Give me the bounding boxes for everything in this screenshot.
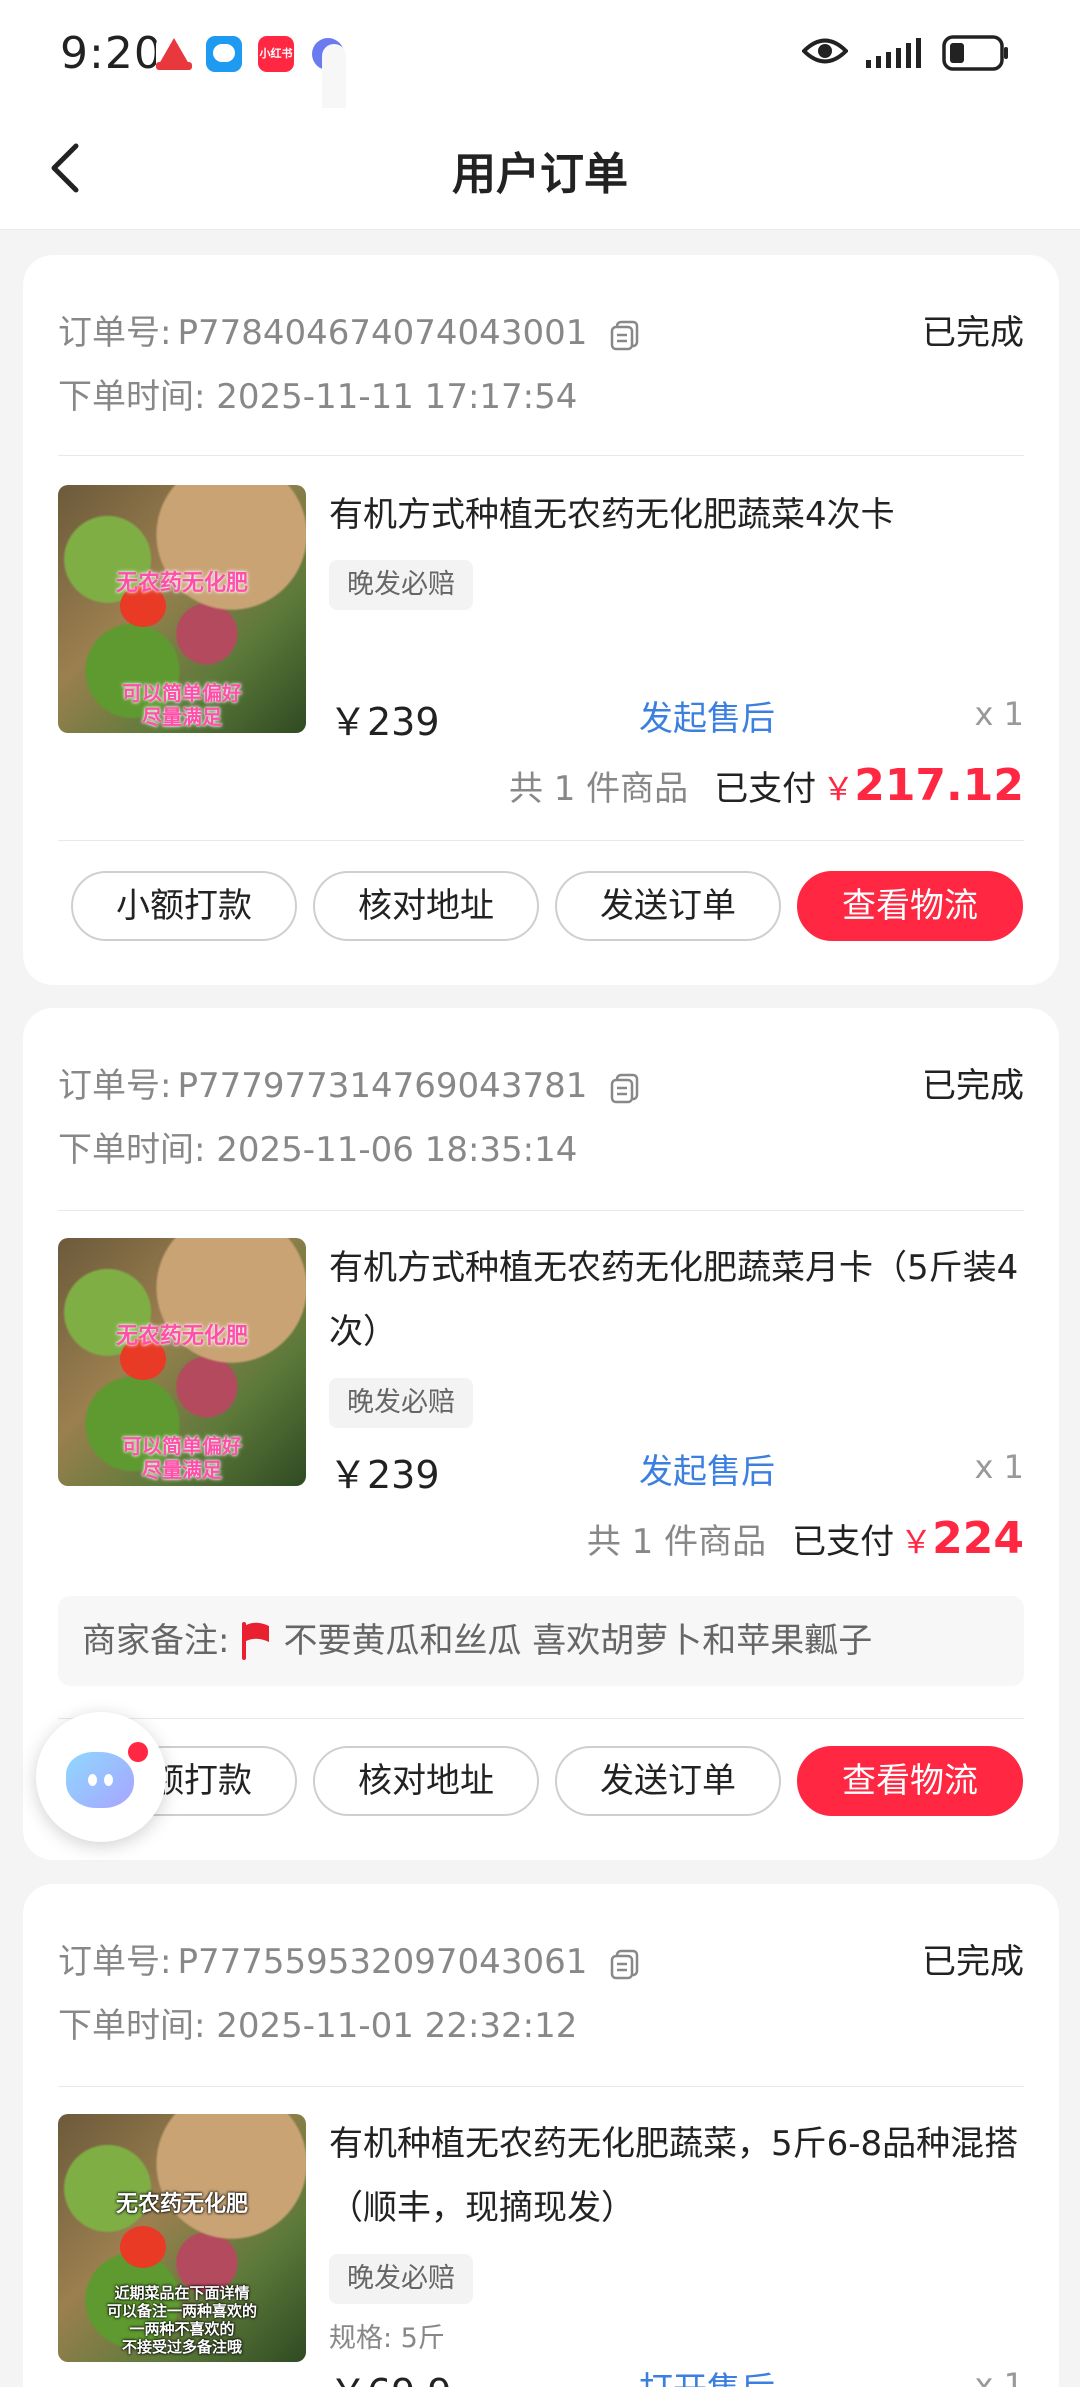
thumbnail-caption: 无农药无化肥 [115, 2192, 248, 2217]
thumbnail-caption: 可以简单偏好 尽量满足 [122, 1434, 242, 1482]
product-title[interactable]: 有机方式种植无农药无化肥蔬菜4次卡 [329, 483, 1024, 547]
divider [58, 455, 1024, 456]
order-time: 下单时间: 2025-11-11 17:17:54 [58, 369, 577, 418]
paid-currency: ￥ [822, 770, 855, 808]
order-time-label: 下单时间: [58, 2006, 206, 2046]
product-thumbnail[interactable]: 无农药无化肥 可以简单偏好 尽量满足 [58, 1238, 306, 1486]
order-actions: 小额打款 核对地址 发送订单 查看物流 [71, 871, 1024, 941]
after-sale-link[interactable]: 打开售后 [639, 2362, 775, 2387]
divider [58, 2086, 1024, 2087]
divider [58, 840, 1024, 841]
product-price: ￥239 [329, 1453, 440, 1497]
merchant-note-label: 商家备注: [82, 1621, 230, 1661]
copy-icon[interactable] [608, 318, 642, 352]
product-quantity: x 1 [974, 1448, 1024, 1486]
thumbnail-caption: 无农药无化肥 [115, 571, 248, 596]
verify-address-button[interactable]: 核对地址 [313, 871, 539, 941]
assistant-icon [66, 1752, 134, 1808]
order-summary: 共 1 件商品 已支付 ￥224 [587, 1513, 1024, 1564]
order-number-value: P778404674074043001 [177, 313, 588, 353]
order-time: 下单时间: 2025-11-01 22:32:12 [58, 1998, 577, 2047]
view-logistics-button[interactable]: 查看物流 [797, 871, 1023, 941]
late-delivery-tag: 晚发必赔 [329, 1378, 473, 1428]
order-time-label: 下单时间: [58, 1130, 206, 1170]
page-title: 用户订单 [452, 149, 628, 200]
order-time-value: 2025-11-11 17:17:54 [216, 377, 578, 417]
copy-icon[interactable] [608, 1947, 642, 1981]
merchant-note: 商家备注: 不要黄瓜和丝瓜 喜欢胡萝卜和苹果瓤子 [58, 1596, 1024, 1686]
order-number: 订单号: P777559532097043061 [58, 1934, 642, 1983]
paid-amount: 217.12 [854, 760, 1024, 811]
after-sale-link[interactable]: 发起售后 [639, 691, 775, 740]
divider [58, 1210, 1024, 1211]
product-quantity: x 1 [974, 2366, 1024, 2387]
nav-bar: 用户订单 [0, 108, 1080, 230]
after-sale-link[interactable]: 发起售后 [639, 1444, 775, 1493]
status-bar: 9:20 小红书 ♪ [0, 0, 1080, 134]
order-status: 已完成 [922, 1066, 1024, 1106]
notification-dot [128, 1742, 148, 1762]
order-card: 订单号: P777977314769043781 已完成 下单时间: 2025-1… [23, 1008, 1059, 1860]
xiaohongshu-app-icon: 小红书 [258, 36, 294, 72]
red-flag-icon [242, 1621, 270, 1660]
product-title[interactable]: 有机方式种植无农药无化肥蔬菜月卡（5斤装4次） [329, 1236, 1024, 1364]
paid-amount: 224 [932, 1513, 1024, 1564]
order-number: 订单号: P778404674074043001 [58, 305, 642, 354]
order-number-value: P777977314769043781 [177, 1066, 588, 1106]
product-price: ￥69.9 [329, 2362, 452, 2387]
small-payment-button[interactable]: 小额打款 [71, 871, 297, 941]
send-order-button[interactable]: 发送订单 [555, 1746, 781, 1816]
order-card: 订单号: P777559532097043061 已完成 下单时间: 2025-1… [23, 1884, 1059, 2387]
copy-icon[interactable] [608, 1071, 642, 1105]
divider [58, 1718, 1024, 1719]
order-time: 下单时间: 2025-11-06 18:35:14 [58, 1122, 577, 1171]
order-status: 已完成 [922, 313, 1024, 353]
product-price: ￥239 [329, 700, 440, 744]
paid-label: 已支付 [792, 1522, 895, 1562]
thumbnail-caption: 可以简单偏好 尽量满足 [122, 681, 242, 729]
thumbnail-caption: 近期菜品在下面详情 可以备注一两种喜欢的 一两种不喜欢的 不接受过多备注哦 [106, 2284, 257, 2356]
order-actions: 小额打款 核对地址 发送订单 查看物流 [71, 1746, 1024, 1816]
product-spec: 规格: 5斤 [329, 2323, 445, 2354]
order-status: 已完成 [922, 1942, 1024, 1982]
music-app-icon: ♪ [310, 36, 358, 134]
order-time-label: 下单时间: [58, 377, 206, 417]
view-logistics-button[interactable]: 查看物流 [797, 1746, 1023, 1816]
signal-icon [866, 38, 921, 68]
thumbnail-caption: 无农药无化肥 [115, 1324, 248, 1349]
product-title[interactable]: 有机种植无农药无化肥蔬菜，5斤6-8品种混搭（顺丰，现摘现发） [329, 2112, 1024, 2240]
order-time-value: 2025-11-06 18:35:14 [216, 1130, 578, 1170]
message-app-icon [206, 36, 242, 72]
order-number-value: P777559532097043061 [177, 1942, 588, 1982]
verify-address-button[interactable]: 核对地址 [313, 1746, 539, 1816]
assistant-float-button[interactable] [36, 1712, 166, 1842]
product-thumbnail[interactable]: 无农药无化肥 可以简单偏好 尽量满足 [58, 485, 306, 733]
app-notification-icon [156, 36, 192, 72]
product-quantity: x 1 [974, 695, 1024, 733]
item-count: 共 1 件商品 [508, 769, 689, 809]
order-number-label: 订单号: [58, 1066, 172, 1106]
product-thumbnail[interactable]: 无农药无化肥 近期菜品在下面详情 可以备注一两种喜欢的 一两种不喜欢的 不接受过多备注… [58, 2114, 306, 2362]
merchant-note-text: 不要黄瓜和丝瓜 喜欢胡萝卜和苹果瓤子 [283, 1621, 873, 1661]
order-summary: 共 1 件商品 已支付 ￥217.12 [509, 760, 1024, 811]
order-number-label: 订单号: [58, 1942, 172, 1982]
paid-currency: ￥ [900, 1523, 933, 1561]
paid-label: 已支付 [714, 769, 817, 809]
eye-icon [802, 38, 848, 64]
late-delivery-tag: 晚发必赔 [329, 2254, 473, 2304]
late-delivery-tag: 晚发必赔 [329, 560, 473, 610]
order-time-value: 2025-11-01 22:32:12 [216, 2006, 578, 2046]
send-order-button[interactable]: 发送订单 [555, 871, 781, 941]
order-number: 订单号: P777977314769043781 [58, 1058, 642, 1107]
item-count: 共 1 件商品 [586, 1522, 767, 1562]
order-number-label: 订单号: [58, 313, 172, 353]
order-card: 订单号: P778404674074043001 已完成 下单时间: 2025-1… [23, 255, 1059, 985]
status-time: 9:20 [60, 28, 163, 79]
battery-icon [942, 35, 1008, 71]
